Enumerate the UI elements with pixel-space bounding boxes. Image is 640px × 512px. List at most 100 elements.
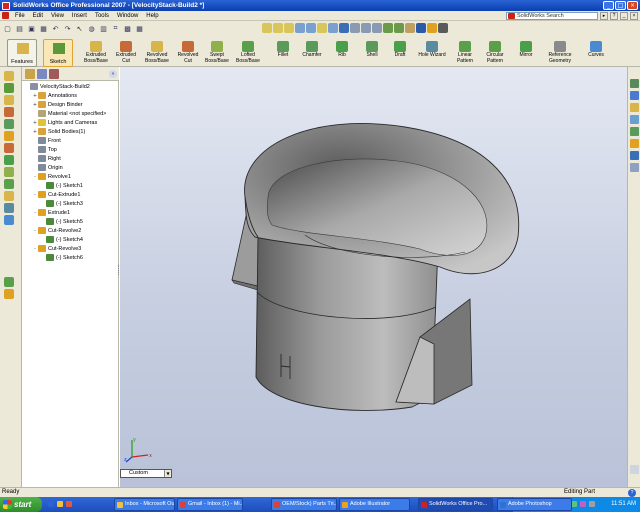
tree-item[interactable]: Right bbox=[32, 154, 61, 163]
revolved-cut-button[interactable]: Revolved Cut bbox=[173, 39, 203, 67]
hidden-lines-visible-icon[interactable] bbox=[361, 23, 371, 33]
tree-item[interactable]: Front bbox=[32, 136, 61, 145]
taskbar-button[interactable]: SolidWorks Office Pro... bbox=[418, 498, 493, 511]
tree-item[interactable]: + Design Binder bbox=[32, 100, 83, 109]
shaded-edges-icon[interactable] bbox=[383, 23, 393, 33]
tree-item[interactable]: - Extrude1 bbox=[32, 208, 70, 217]
strip-sweep-icon[interactable] bbox=[4, 179, 14, 189]
tree-item[interactable]: + Solid Bodies(1) bbox=[32, 127, 85, 136]
options-icon[interactable]: ▥ bbox=[98, 23, 109, 34]
doc-close-button[interactable]: × bbox=[630, 12, 638, 20]
tree-item[interactable]: (-) Sketch1 bbox=[40, 181, 83, 190]
redo-icon[interactable]: ↷ bbox=[62, 23, 73, 34]
collapse-panel-icon[interactable]: » bbox=[109, 70, 117, 78]
section-view-icon[interactable] bbox=[328, 23, 338, 33]
tree-item[interactable]: - Revolve1 bbox=[32, 172, 71, 181]
undo-icon[interactable]: ↶ bbox=[50, 23, 61, 34]
reference-geometry-button[interactable]: Reference Geometry bbox=[545, 39, 575, 67]
tree-item[interactable]: + Annotations bbox=[32, 91, 77, 100]
tree-item[interactable]: Origin bbox=[32, 163, 63, 172]
strip-shell-icon[interactable] bbox=[4, 143, 14, 153]
taskbar-button[interactable]: Adobe Illustrator bbox=[339, 498, 410, 511]
grid-icon[interactable]: ▦ bbox=[134, 23, 145, 34]
circular-pattern-button[interactable]: Circular Pattern bbox=[480, 39, 510, 67]
appearances-icon[interactable] bbox=[630, 139, 639, 148]
linear-pattern-button[interactable]: Linear Pattern bbox=[450, 39, 480, 67]
measure-icon[interactable]: ⌗ bbox=[110, 23, 121, 34]
pan-icon[interactable] bbox=[306, 23, 316, 33]
rib-button[interactable]: Rib bbox=[327, 39, 357, 67]
menu-insert[interactable]: Insert bbox=[68, 13, 91, 19]
solidworks-app-icon[interactable] bbox=[2, 1, 10, 10]
custom-properties-icon[interactable] bbox=[630, 151, 639, 160]
view-orientation-select[interactable]: Custom ▼ bbox=[120, 469, 172, 478]
new-file-icon[interactable]: ▢ bbox=[2, 23, 13, 34]
extruded-cut-button[interactable]: Extruded Cut bbox=[111, 39, 141, 67]
tree-item[interactable]: - Cut-Extrude1 bbox=[32, 190, 80, 199]
tree-item[interactable]: - Cut-Revolve3 bbox=[32, 244, 81, 253]
file-explorer-icon[interactable] bbox=[630, 103, 639, 112]
menu-edit[interactable]: Edit bbox=[29, 13, 47, 19]
help-icon[interactable]: ? bbox=[628, 489, 636, 497]
mirror-button[interactable]: Mirror bbox=[511, 39, 541, 67]
minimize-button[interactable]: _ bbox=[603, 1, 614, 10]
print-icon[interactable]: ▦ bbox=[38, 23, 49, 34]
help-button[interactable]: ? bbox=[610, 12, 618, 20]
strip-draft-icon[interactable] bbox=[4, 191, 14, 201]
shell-button[interactable]: Shell bbox=[357, 39, 387, 67]
previous-view-icon[interactable] bbox=[317, 23, 327, 33]
fillet-button[interactable]: Fillet bbox=[268, 39, 298, 67]
close-button[interactable]: × bbox=[627, 1, 638, 10]
tree-item[interactable]: Top bbox=[32, 145, 57, 154]
strip-curve-tool-icon[interactable] bbox=[4, 277, 14, 287]
taskbar-button[interactable]: Gmail - Inbox (1) - Mi... bbox=[177, 498, 243, 511]
select-arrow-icon[interactable]: ↖ bbox=[74, 23, 85, 34]
swept-boss-button[interactable]: Swept Boss/Base bbox=[202, 39, 232, 67]
menu-tools[interactable]: Tools bbox=[91, 13, 113, 19]
quick-launch-media-icon[interactable] bbox=[66, 501, 72, 507]
draft-button[interactable]: Draft bbox=[385, 39, 415, 67]
shaded-icon[interactable] bbox=[394, 23, 404, 33]
extruded-boss-button[interactable]: Extruded Boss/Base bbox=[81, 39, 111, 67]
search-go-button[interactable]: ▸ bbox=[600, 12, 608, 20]
maximize-button[interactable]: □ bbox=[615, 1, 626, 10]
quick-launch-desktop-icon[interactable] bbox=[57, 501, 63, 507]
shadows-icon[interactable] bbox=[405, 23, 415, 33]
strip-spline-icon[interactable] bbox=[4, 289, 14, 299]
strip-curve-icon[interactable] bbox=[4, 215, 14, 225]
save-icon[interactable]: ▣ bbox=[26, 23, 37, 34]
snap-icon[interactable]: ▩ bbox=[122, 23, 133, 34]
zoom-to-fit-icon[interactable] bbox=[262, 23, 272, 33]
rebuild-icon[interactable]: ◍ bbox=[86, 23, 97, 34]
propertymanager-tab-icon[interactable] bbox=[37, 69, 47, 79]
strip-extrude-icon[interactable] bbox=[4, 71, 14, 81]
tray-safely-remove-icon[interactable] bbox=[589, 501, 595, 507]
menu-window[interactable]: Window bbox=[113, 13, 142, 19]
tree-item[interactable]: (-) Sketch3 bbox=[40, 199, 83, 208]
chamfer-button[interactable]: Chamfer bbox=[297, 39, 327, 67]
taskbar-button[interactable]: OEM/Stock) Parts Tri... bbox=[271, 498, 337, 511]
start-button[interactable]: start bbox=[0, 497, 42, 512]
strip-sketch-icon[interactable] bbox=[4, 83, 14, 93]
strip-hole-icon[interactable] bbox=[4, 203, 14, 213]
tree-item[interactable]: (-) Sketch5 bbox=[40, 217, 83, 226]
doc-minimize-button[interactable]: _ bbox=[620, 12, 628, 20]
velocity-stack-model[interactable] bbox=[120, 67, 627, 487]
taskbar-button[interactable]: Inbox - Microsoft Out... bbox=[114, 498, 175, 511]
realview-icon[interactable] bbox=[416, 23, 426, 33]
tree-item[interactable]: + Lights and Cameras bbox=[32, 118, 97, 127]
view-palette-icon[interactable] bbox=[630, 127, 639, 136]
revolved-boss-button[interactable]: Revolved Boss/Base bbox=[142, 39, 172, 67]
configurationmanager-tab-icon[interactable] bbox=[49, 69, 59, 79]
tree-item[interactable]: VelocityStack-Build2 bbox=[24, 82, 90, 91]
tree-item[interactable]: (-) Sketch6 bbox=[40, 253, 83, 262]
menu-view[interactable]: View bbox=[47, 13, 68, 19]
zoom-in-out-icon[interactable] bbox=[284, 23, 294, 33]
wireframe-icon[interactable] bbox=[350, 23, 360, 33]
pane-scroll-icon[interactable] bbox=[630, 465, 639, 474]
graphics-area[interactable]: x y z Custom ▼ bbox=[120, 67, 627, 487]
rotate-view-icon[interactable] bbox=[295, 23, 305, 33]
strip-fillet-icon[interactable] bbox=[4, 119, 14, 129]
appearance-icon[interactable] bbox=[427, 23, 437, 33]
tree-item[interactable]: (-) Sketch4 bbox=[40, 235, 83, 244]
